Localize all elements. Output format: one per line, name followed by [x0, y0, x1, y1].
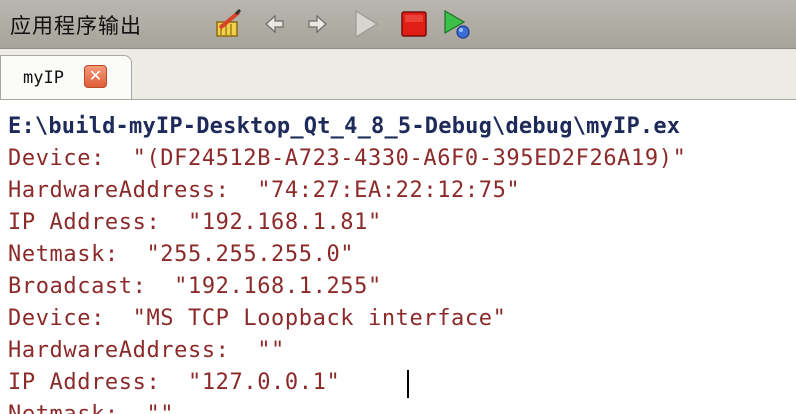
output-line: IP Address: "127.0.0.1" — [8, 370, 341, 395]
output-tab-bar: myIP ✕ — [0, 49, 796, 100]
close-icon[interactable]: ✕ — [84, 65, 107, 88]
tab-myip[interactable]: myIP ✕ — [0, 55, 132, 99]
clean-output-icon[interactable] — [212, 8, 244, 40]
output-line: Netmask: "" — [8, 402, 174, 414]
run-icon[interactable] — [350, 8, 382, 40]
output-line: Device: "MS TCP Loopback interface" — [8, 306, 507, 331]
debug-run-icon[interactable] — [440, 8, 472, 40]
output-pane-toolbar: 应用程序输出 — [0, 0, 796, 49]
application-output-text[interactable]: E:\build-myIP-Desktop_Qt_4_8_5-Debug\deb… — [0, 100, 796, 414]
output-line: E:\build-myIP-Desktop_Qt_4_8_5-Debug\deb… — [8, 114, 681, 139]
next-icon[interactable] — [302, 8, 334, 40]
output-line: Netmask: "255.255.255.0" — [8, 242, 355, 267]
previous-icon[interactable] — [258, 8, 290, 40]
output-line: IP Address: "192.168.1.81" — [8, 210, 382, 235]
output-line: Device: "(DF24512B-A723-4330-A6F0-395ED2… — [8, 146, 687, 171]
output-line: HardwareAddress: "" — [8, 338, 285, 363]
text-cursor — [407, 370, 409, 398]
tab-label: myIP — [23, 68, 64, 88]
panel-title: 应用程序输出 — [10, 14, 142, 38]
output-line: HardwareAddress: "74:27:EA:22:12:75" — [8, 178, 521, 203]
output-line: Broadcast: "192.168.1.255" — [8, 274, 382, 299]
stop-icon[interactable] — [398, 8, 430, 40]
